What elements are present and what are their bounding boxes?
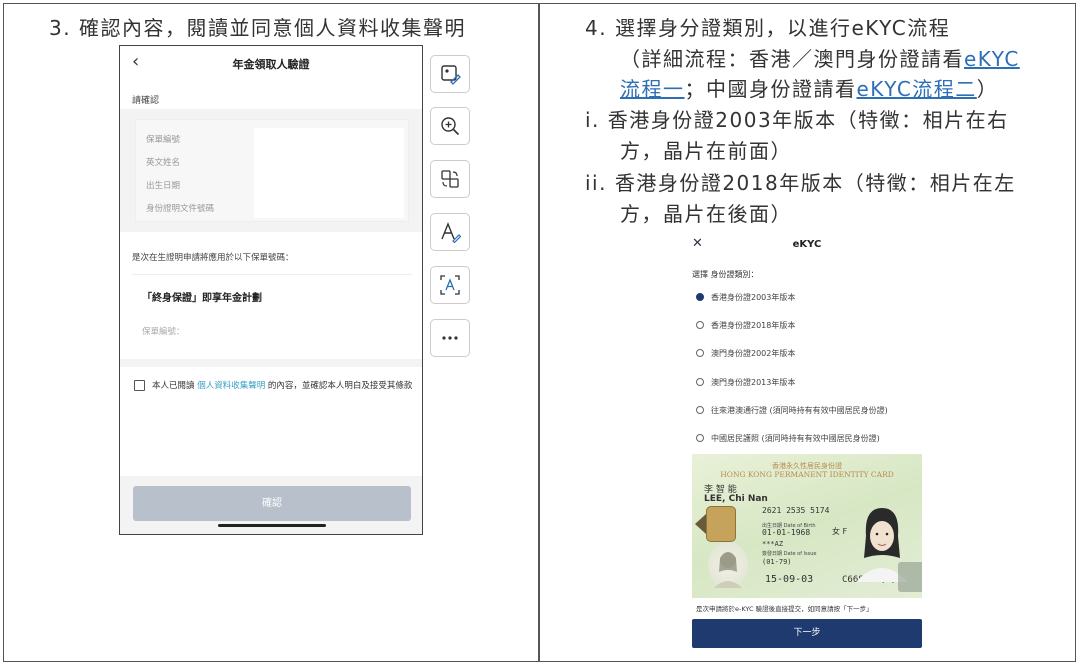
radio-icon[interactable]: [696, 321, 704, 329]
privacy-statement-link[interactable]: 個人資料收集聲明: [197, 381, 265, 391]
policy-number-label: 保單編號：: [142, 327, 185, 337]
ekyc-flow-1-link-part[interactable]: eKYC: [964, 47, 1020, 71]
ekyc-flow-2-link[interactable]: eKYC流程二: [857, 77, 977, 101]
step-4-detail-line: （詳細流程：香港／澳門身份證請看eKYC: [620, 43, 1020, 72]
next-button[interactable]: 下一步: [692, 619, 922, 648]
id-card-issue-label: 簽發日期 Date of Issue: [762, 551, 817, 557]
id-card-symbols: ***AZ: [762, 540, 784, 548]
radio-selected-icon[interactable]: [696, 293, 704, 301]
agree-checkbox[interactable]: [134, 380, 145, 391]
step-3-heading: 3. 確認內容，閱讀並同意個人資料收集聲明: [49, 16, 466, 40]
submission-note: 是次申請將於e-KYC 驗證後直接提交，如同意請按「下一步」: [696, 605, 873, 613]
apply-policy-text: 是次在生證明申請將應用於以下保單號碼：: [132, 253, 294, 263]
radio-icon[interactable]: [696, 406, 704, 414]
id-document-number-label: 身份證明文件號碼: [146, 204, 215, 214]
item-i-line-1: i. 香港身份證2003年版本（特徵：相片在右: [585, 108, 1009, 132]
ekyc-title: eKYC: [792, 239, 822, 250]
english-name-label: 英文姓名: [146, 158, 181, 168]
agree-statement: 本人已閱讀 個人資料收集聲明 的內容，並確認本人明白及接受其條款: [152, 379, 414, 394]
image-convert-icon[interactable]: [430, 160, 470, 198]
ekyc-flow-1-link[interactable]: 流程一: [620, 77, 685, 101]
agree-text-pre: 本人已閱讀: [152, 381, 198, 391]
step-4-detail-line-2: 流程一；中國身份證請看eKYC流程二）: [620, 73, 998, 102]
id-option-hkid-2003[interactable]: 香港身份證2003年版本: [696, 292, 795, 303]
ocr-icon[interactable]: [430, 266, 470, 304]
option-label: 澳門身份證2013年版本: [711, 378, 796, 387]
id-card-issue-date: 15-09-03: [765, 574, 814, 585]
chip-icon: [706, 506, 736, 542]
step-4-detail-mid: ；中國身份證請看: [684, 77, 857, 101]
id-option-hkid-2018[interactable]: 香港身份證2018年版本: [696, 320, 795, 331]
policy-number-label: 保單編號: [146, 135, 181, 145]
details-card: 保單編號 英文姓名 出生日期 身份證明文件號碼: [135, 119, 409, 222]
item-ii-line-1: ii. 香港身份證2018年版本（特徵：相片在左: [585, 171, 1016, 195]
radio-icon[interactable]: [696, 434, 704, 442]
redacted-values-box: [254, 128, 404, 218]
option-label: 往來港澳通行證 (須同時持有有效中國居民身份證): [711, 406, 888, 415]
section-separator: [120, 359, 422, 367]
home-indicator: [218, 524, 326, 527]
option-label: 中國居民護照 (須同時持有有效中國居民身份證): [711, 434, 880, 443]
id-card-name-en: LEE, Chi Nan: [704, 494, 768, 504]
plan-card: 「終身保證」即享年金計劃 保單編號：: [132, 274, 412, 344]
id-option-macau-2002[interactable]: 澳門身份證2002年版本: [696, 348, 795, 359]
id-card-first-issue: (01-79): [762, 558, 792, 566]
agree-text-post: 的內容，並確認本人明白及接受其條款: [265, 381, 413, 391]
zoom-in-icon[interactable]: [430, 107, 470, 145]
card-arrow-icon: [695, 514, 706, 534]
option-label: 香港身份證2018年版本: [711, 321, 796, 330]
plan-name: 「終身保證」即享年金計劃: [142, 293, 262, 304]
id-option-prc-passport[interactable]: 中國居民護照 (須同時持有有效中國居民身份證): [696, 433, 880, 444]
sample-id-card: 香港永久性居民身份證 HONG KONG PERMANENT IDENTITY …: [692, 454, 922, 598]
date-of-birth-label: 出生日期: [146, 181, 181, 191]
details-section: 保單編號 英文姓名 出生日期 身份證明文件號碼: [120, 109, 422, 232]
id-option-travel-permit[interactable]: 往來港澳通行證 (須同時持有有效中國居民身份證): [696, 405, 888, 416]
confirm-button[interactable]: 確認: [133, 486, 411, 521]
confirm-label: 請確認: [132, 96, 160, 106]
id-card-sex: 女 F: [832, 527, 848, 536]
radio-icon[interactable]: [696, 378, 704, 386]
id-card-ccc: 2621 2535 5174: [762, 506, 830, 515]
id-card-header-en: HONG KONG PERMANENT IDENTITY CARD: [720, 470, 894, 479]
ghost-portrait-icon: [708, 542, 748, 588]
id-card-dob: 01-01-1968: [762, 528, 811, 537]
hologram-icon: [898, 562, 922, 592]
radio-icon[interactable]: [696, 349, 704, 357]
step-4-detail-pre: （詳細流程：香港／澳門身份證請看: [620, 47, 964, 71]
option-label: 澳門身份證2002年版本: [711, 349, 796, 358]
option-label: 香港身份證2003年版本: [711, 293, 796, 302]
id-option-macau-2013[interactable]: 澳門身份證2013年版本: [696, 377, 795, 388]
ekyc-screenshot: ✕ eKYC 選擇 身份證類別： 香港身份證2003年版本 香港身份證2018年…: [688, 228, 926, 653]
item-i-line-2: 方，晶片在前面）: [620, 139, 792, 163]
app-header: ‹ 年金領取人驗證: [120, 46, 422, 82]
step-4-heading: 4. 選擇身分證類別，以進行eKYC流程: [585, 16, 951, 40]
annuitant-verification-screenshot: ‹ 年金領取人驗證 請確認 保單編號 英文姓名 出生日期 身份證明文件號碼 是次…: [119, 45, 423, 535]
image-edit-icon[interactable]: [430, 55, 470, 93]
text-edit-icon[interactable]: [430, 213, 470, 251]
table-column-divider: [538, 3, 540, 662]
screen-title: 年金領取人驗證: [232, 58, 310, 71]
step-4-detail-post: ）: [976, 77, 999, 101]
item-ii-line-2: 方，晶片在後面）: [620, 202, 792, 226]
more-icon[interactable]: [430, 319, 470, 357]
id-type-label: 選擇 身份證類別：: [692, 270, 759, 279]
